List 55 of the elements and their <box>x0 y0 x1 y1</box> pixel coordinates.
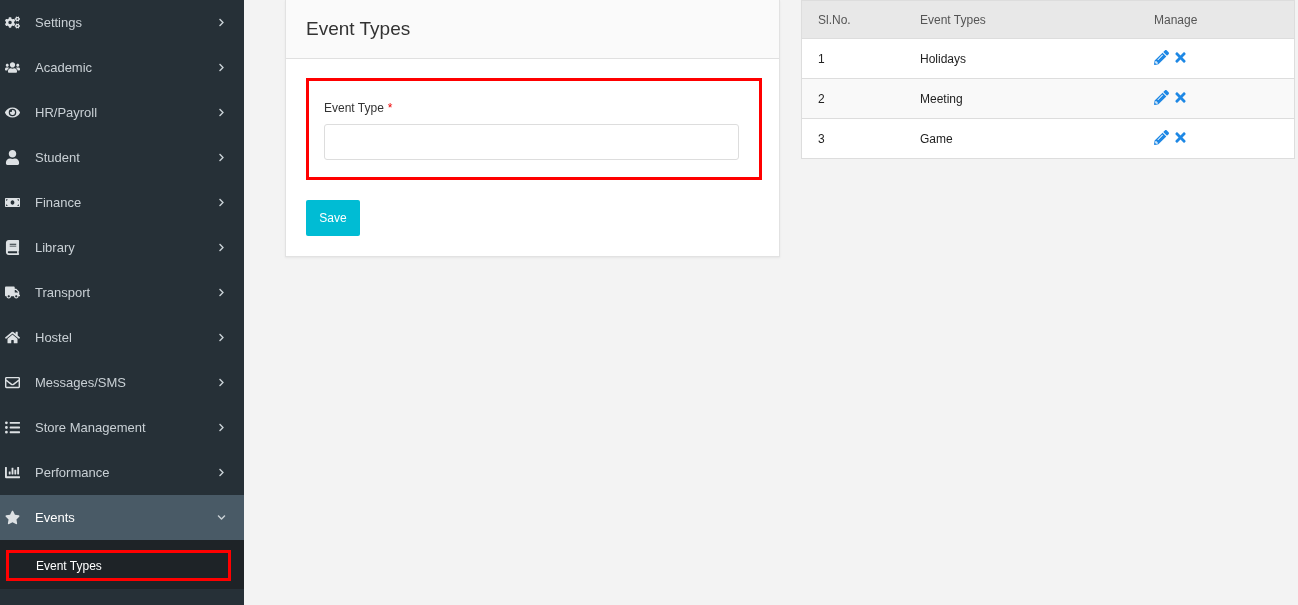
sidebar-item[interactable]: Settings <box>0 0 244 45</box>
table-cell: 2 <box>801 78 904 119</box>
eye-icon <box>4 105 21 120</box>
star-icon <box>4 510 21 525</box>
chart-icon <box>4 465 21 480</box>
sidebar-item[interactable]: Performance <box>0 450 244 495</box>
list-icon <box>4 420 21 435</box>
chevron-icon <box>217 333 226 342</box>
column-header: Manage <box>1138 0 1295 39</box>
field-label: Event Type * <box>324 101 394 115</box>
person-icon <box>4 150 21 165</box>
chevron-icon <box>217 108 226 117</box>
chevron-icon <box>217 288 226 297</box>
column-header: Event Types <box>904 0 1138 39</box>
house-icon <box>4 330 21 345</box>
chevron-icon <box>217 468 226 477</box>
delete-icon[interactable] <box>1173 89 1188 105</box>
book-icon <box>4 240 21 255</box>
table-cell: 3 <box>801 118 904 159</box>
chevron-icon <box>217 378 226 387</box>
delete-icon[interactable] <box>1173 49 1188 65</box>
sidebar-item[interactable]: Store Management <box>0 405 244 450</box>
table-cell: 1 <box>801 38 904 79</box>
truck-icon <box>4 285 21 300</box>
people-icon <box>4 60 21 75</box>
input-field[interactable] <box>324 124 739 160</box>
sidebar-item[interactable]: Hostel <box>0 315 244 360</box>
envelope-icon <box>4 375 21 390</box>
submenu-item[interactable]: Event Types <box>6 550 231 581</box>
sidebar-item[interactable]: Transport <box>0 270 244 315</box>
chevron-icon <box>217 198 226 207</box>
chevron-icon <box>217 153 226 162</box>
edit-icon[interactable] <box>1154 89 1169 105</box>
edit-icon[interactable] <box>1154 129 1169 145</box>
chevron-icon <box>217 513 226 522</box>
sidebar-item[interactable]: HR/Payroll <box>0 90 244 135</box>
column-header: Sl.No. <box>801 0 904 39</box>
sidebar-item[interactable]: Library <box>0 225 244 270</box>
chevron-icon <box>217 423 226 432</box>
gears-icon <box>4 15 21 30</box>
card-title: Event Types <box>306 18 411 40</box>
chevron-icon <box>217 63 226 72</box>
sidebar-item[interactable]: Student <box>0 135 244 180</box>
delete-icon[interactable] <box>1173 129 1188 145</box>
edit-icon[interactable] <box>1154 49 1169 65</box>
sidebar-item[interactable]: Events <box>0 495 244 540</box>
chevron-icon <box>217 18 226 27</box>
chevron-icon <box>217 243 226 252</box>
table-cell: Holidays <box>904 38 1138 79</box>
sidebar-item[interactable]: Finance <box>0 180 244 225</box>
table-cell: Game <box>904 118 1138 159</box>
sidebar-item[interactable]: Messages/SMS <box>0 360 244 405</box>
sidebar-item[interactable]: Academic <box>0 45 244 90</box>
table-cell: Meeting <box>904 78 1138 119</box>
banknote-icon <box>4 195 21 210</box>
